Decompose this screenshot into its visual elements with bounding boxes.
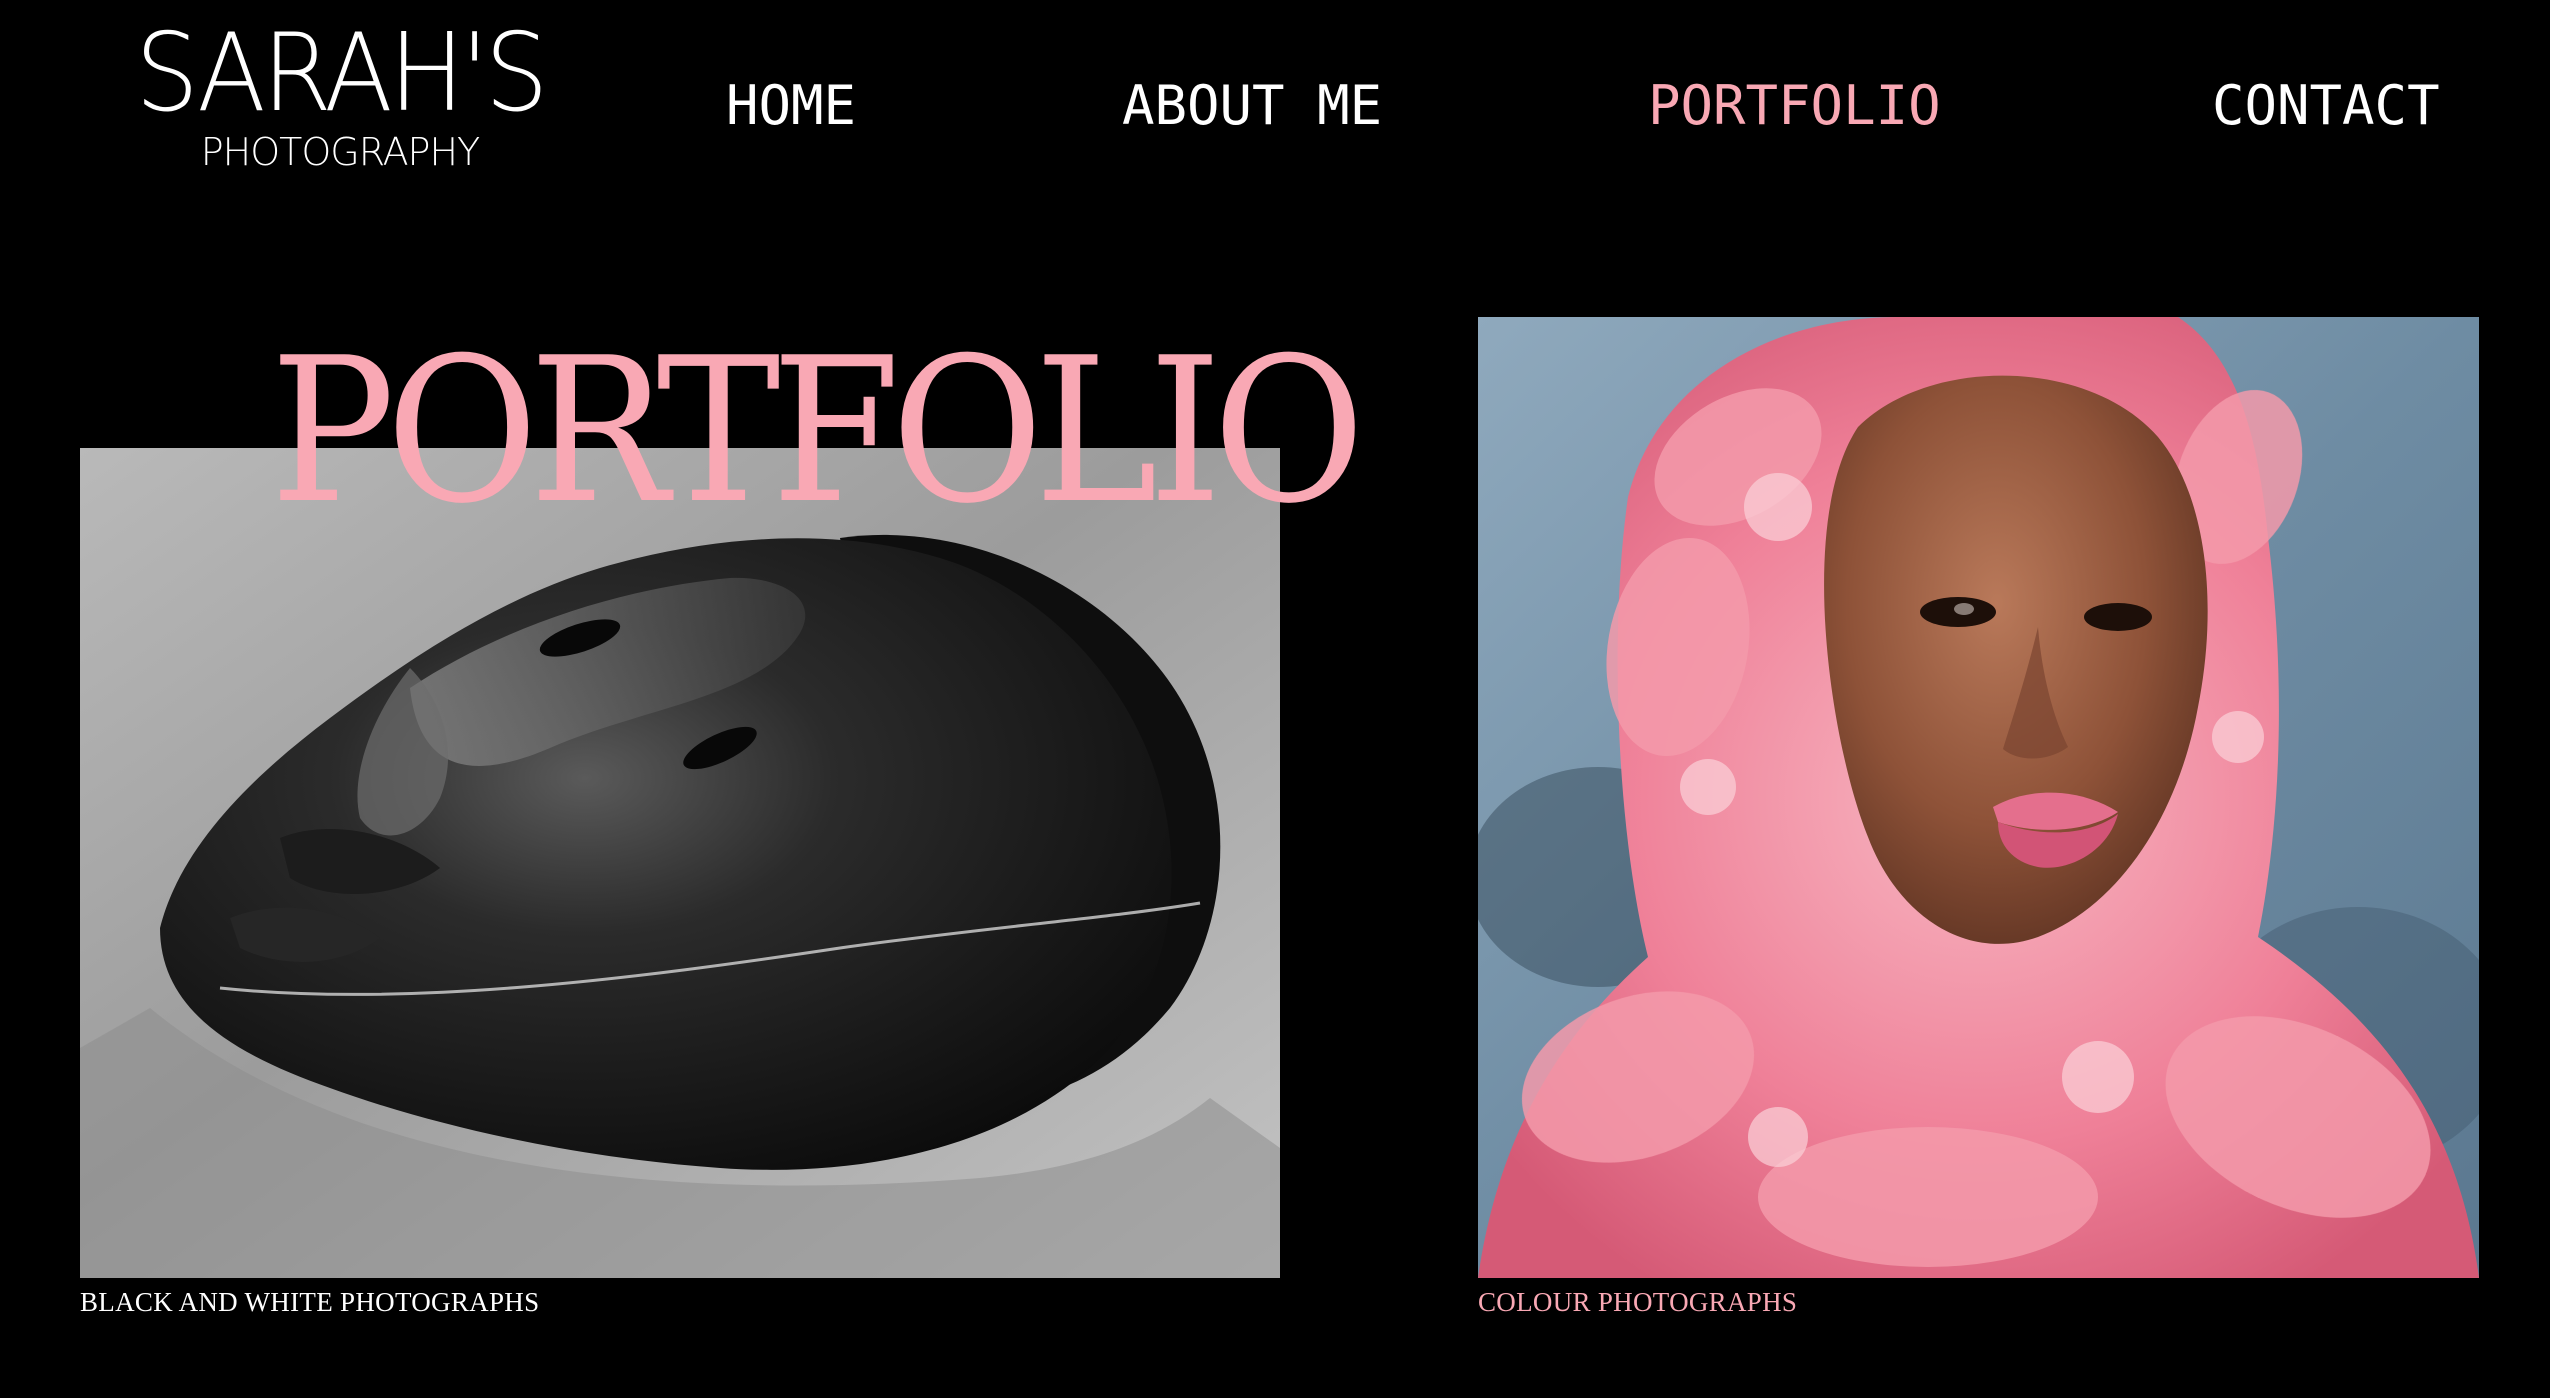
logo-tagline: PHOTOGRAPHY (200, 130, 481, 174)
nav-home-link[interactable]: HOME (726, 70, 856, 142)
logo-wordmark: SARAH'S (135, 11, 548, 136)
colour-gallery-card[interactable] (1478, 317, 2479, 1278)
colour-photo (1478, 317, 2479, 1278)
portfolio-page: SARAH'S PHOTOGRAPHY HOME ABOUT ME PORTFO… (0, 0, 2550, 1398)
site-logo[interactable]: SARAH'S PHOTOGRAPHY (112, 11, 568, 175)
bw-photo (80, 448, 1280, 1278)
bw-gallery-card[interactable] (80, 448, 1280, 1278)
nav-about-link[interactable]: ABOUT ME (1122, 70, 1382, 142)
page-heading: PORTFOLIO (270, 315, 1365, 548)
colour-gallery-caption[interactable]: COLOUR PHOTOGRAPHS (1478, 1286, 1797, 1318)
bw-gallery-caption[interactable]: BLACK AND WHITE PHOTOGRAPHS (80, 1286, 539, 1318)
nav-portfolio-link[interactable]: PORTFOLIO (1648, 70, 1941, 142)
nav-contact-link[interactable]: CONTACT (2212, 70, 2440, 142)
